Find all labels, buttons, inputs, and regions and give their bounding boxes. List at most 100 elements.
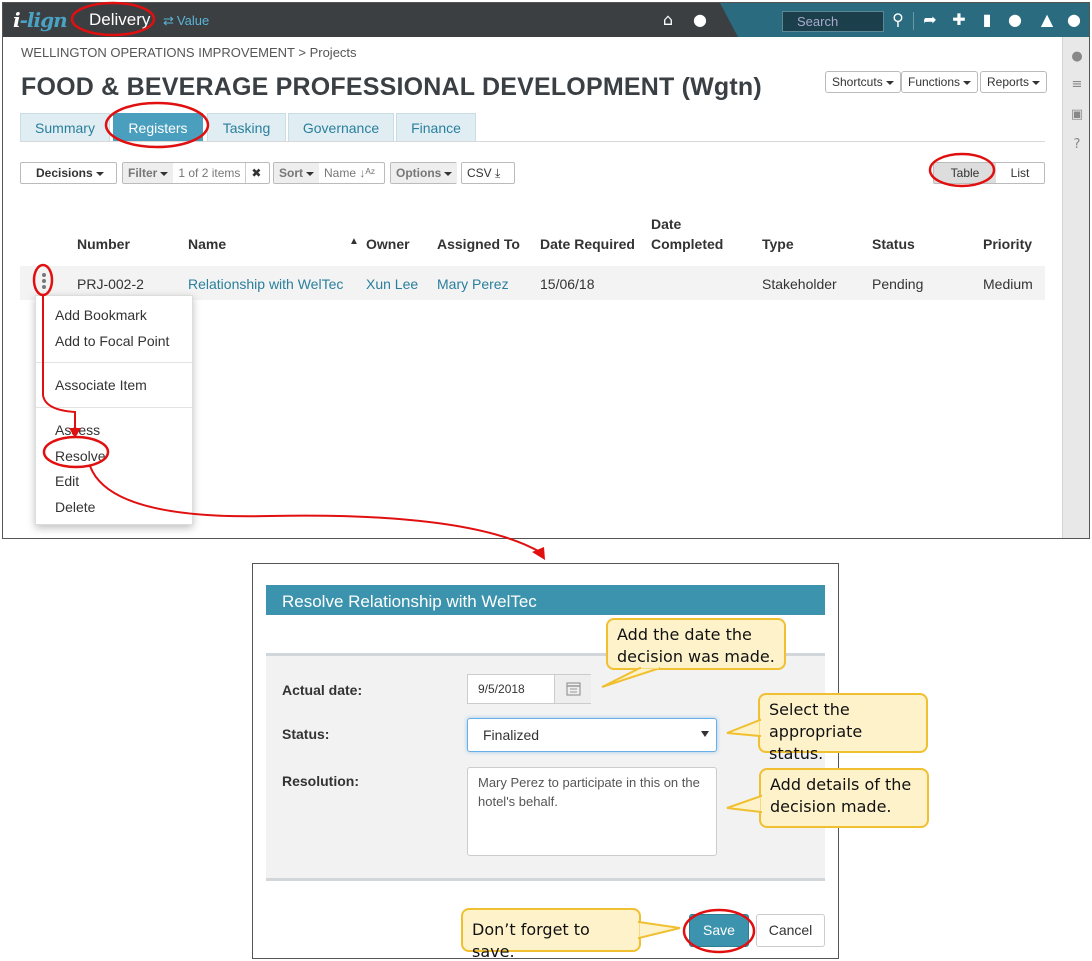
user-profile-icon[interactable]: ● — [1065, 11, 1083, 29]
dialog-title: Resolve Relationship with WelTec — [266, 585, 825, 615]
functions-label: Functions — [908, 75, 961, 89]
lock-icon[interactable]: ▣ — [1069, 107, 1085, 123]
tab-registers[interactable]: Registers — [113, 113, 203, 142]
actual-date-value: 9/5/2018 — [478, 682, 525, 696]
page-title: FOOD & BEVERAGE PROFESSIONAL DEVELOPMENT… — [21, 73, 762, 101]
shortcuts-label: Shortcuts — [832, 75, 883, 89]
ilign-logo[interactable]: i-lign — [13, 8, 68, 32]
menu-item-assess[interactable]: Assess — [55, 422, 100, 438]
chat-bubble-icon[interactable]: ● — [1006, 11, 1024, 29]
column-header-date-required[interactable]: Date Required — [540, 236, 635, 252]
column-header-priority[interactable]: Priority — [983, 236, 1032, 252]
right-sidebar-rail: ● ≡ ▣ ? — [1062, 37, 1089, 538]
menu-item-associate-item[interactable]: Associate Item — [55, 377, 147, 393]
breadcrumb[interactable]: WELLINGTON OPERATIONS IMPROVEMENT > Proj… — [21, 45, 357, 60]
module-name[interactable]: Delivery — [89, 10, 150, 30]
callout-details: Add details of the decision made. — [759, 768, 929, 828]
status-selected-value: Finalized — [483, 727, 540, 743]
row-context-menu: Add Bookmark Add to Focal Point Associat… — [35, 295, 193, 525]
sort-ascending-icon: ▲ — [349, 236, 359, 247]
csv-export-button[interactable]: CSV ⤓ — [461, 162, 515, 184]
options-label: Options — [396, 166, 442, 180]
switch-arrows-icon: ⇄ — [163, 13, 174, 28]
globe-icon[interactable]: ● — [691, 11, 709, 29]
list-lines-icon[interactable]: ≡ — [1069, 77, 1085, 93]
menu-divider — [36, 407, 192, 408]
menu-item-delete[interactable]: Delete — [55, 499, 95, 515]
add-plus-icon[interactable]: ✚ — [950, 11, 968, 29]
tutorial-stage: i-lign Delivery ⇄ Value ⌂ ● Search ⚲ ➦ ✚ … — [0, 0, 1092, 961]
tab-summary[interactable]: Summary — [20, 113, 110, 142]
sort-dropdown[interactable]: Sort — [274, 163, 319, 183]
cell-type: Stakeholder — [762, 276, 837, 292]
calendar-icon[interactable] — [554, 675, 591, 703]
shortcuts-dropdown[interactable]: Shortcuts — [825, 71, 901, 93]
callout-status: Select the appropriate status. — [758, 693, 928, 763]
share-arrow-icon[interactable]: ➦ — [921, 11, 939, 29]
decisions-dropdown[interactable]: Decisions — [20, 162, 117, 184]
column-header-date-completed-line1[interactable]: Date — [651, 216, 681, 232]
caret-down-icon — [306, 171, 314, 176]
value-module-link[interactable]: ⇄ Value — [163, 13, 209, 29]
callout-date: Add the date the decision was made. — [606, 618, 786, 670]
menu-item-add-to-focal-point[interactable]: Add to Focal Point — [55, 333, 169, 349]
comments-icon[interactable]: ● — [1069, 49, 1085, 65]
help-question-icon[interactable]: ? — [1069, 137, 1085, 153]
table-view-button[interactable]: Table — [934, 163, 996, 183]
decisions-label: Decisions — [36, 166, 93, 180]
status-label: Status: — [282, 726, 330, 742]
home-icon[interactable]: ⌂ — [659, 11, 677, 29]
bookmark-icon[interactable]: ▮ — [978, 11, 996, 29]
tab-governance[interactable]: Governance — [288, 113, 394, 142]
tab-tasking[interactable]: Tasking — [207, 113, 286, 142]
search-input[interactable]: Search — [782, 11, 884, 32]
cell-owner-link[interactable]: Xun Lee — [366, 276, 418, 292]
caret-down-icon — [95, 171, 104, 176]
menu-item-resolve[interactable]: Resolve — [55, 448, 106, 464]
download-icon: ⤓ — [495, 166, 501, 180]
caret-down-icon — [444, 171, 453, 176]
menu-item-add-bookmark[interactable]: Add Bookmark — [55, 307, 147, 323]
notification-bell-icon[interactable]: ▲ — [1038, 11, 1056, 29]
actual-date-field[interactable]: 9/5/2018 — [467, 674, 591, 704]
cell-name-link[interactable]: Relationship with WelTec — [188, 276, 343, 292]
column-header-date-completed-line2[interactable]: Completed — [651, 236, 723, 252]
filter-group: Filter 1 of 2 items ✖ — [122, 162, 270, 184]
callout-save: Don’t forget to save. — [461, 908, 641, 961]
sort-field[interactable]: Name ↓ᴬᶻ — [319, 163, 380, 183]
row-actions-kebab-icon[interactable] — [41, 271, 47, 293]
caret-down-icon — [885, 80, 894, 85]
column-header-type[interactable]: Type — [762, 236, 794, 252]
clear-filter-icon[interactable]: ✖ — [245, 163, 266, 183]
reports-dropdown[interactable]: Reports — [980, 71, 1048, 93]
filter-dropdown[interactable]: Filter — [123, 163, 174, 183]
caret-down-icon — [963, 80, 972, 85]
cancel-button[interactable]: Cancel — [756, 914, 825, 947]
cell-priority: Medium — [983, 276, 1033, 292]
arrowhead — [532, 547, 545, 560]
options-dropdown[interactable]: Options — [390, 162, 458, 184]
tab-finance[interactable]: Finance — [396, 113, 476, 142]
app-window: i-lign Delivery ⇄ Value ⌂ ● Search ⚲ ➦ ✚ … — [2, 2, 1090, 539]
cell-status: Pending — [872, 276, 924, 292]
menu-item-edit[interactable]: Edit — [55, 473, 79, 489]
column-header-number[interactable]: Number — [77, 236, 130, 252]
cell-assigned-to-link[interactable]: Mary Perez — [437, 276, 509, 292]
sort-az-icon: ↓ᴬᶻ — [359, 166, 376, 180]
tabs-underline — [20, 141, 1045, 142]
filter-label: Filter — [128, 166, 158, 180]
status-select[interactable]: Finalized — [467, 718, 717, 752]
save-button[interactable]: Save — [689, 914, 749, 947]
menu-divider — [36, 362, 192, 363]
sort-field-label: Name — [324, 166, 357, 180]
column-header-assigned-to[interactable]: Assigned To — [437, 236, 520, 252]
filter-count: 1 of 2 items — [178, 166, 241, 180]
column-header-status[interactable]: Status — [872, 236, 915, 252]
resolution-textarea[interactable]: Mary Perez to participate in this on the… — [467, 767, 717, 856]
list-view-button[interactable]: List — [996, 163, 1044, 183]
column-header-name[interactable]: Name — [188, 236, 226, 252]
functions-dropdown[interactable]: Functions — [901, 71, 979, 93]
search-icon[interactable]: ⚲ — [889, 11, 907, 29]
resolution-label: Resolution: — [282, 773, 359, 789]
column-header-owner[interactable]: Owner — [366, 236, 410, 252]
